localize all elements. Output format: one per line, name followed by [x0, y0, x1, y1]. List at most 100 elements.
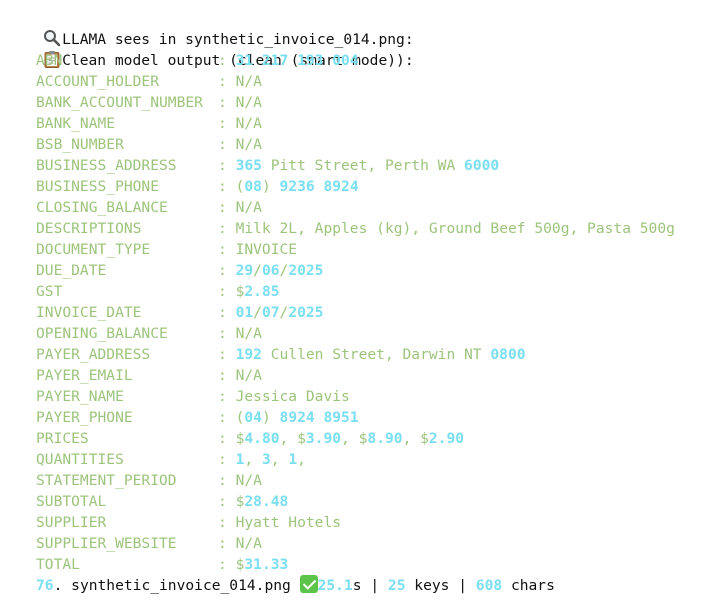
check-mark-icon — [299, 575, 318, 593]
field-value-segment: / — [253, 262, 262, 279]
header-line-1: LLAMA sees in synthetic_invoice_014.png: — [8, 8, 701, 48]
field-separator: : — [218, 514, 236, 531]
field-row: PRICES: $4.80, $3.90, $8.90, $2.90 — [8, 428, 701, 449]
field-value-segment: 3 — [261, 451, 271, 468]
field-value-segment: N/A — [235, 367, 262, 384]
header-line-1-text: LLAMA sees in synthetic_invoice_014.png: — [62, 31, 414, 48]
footer-time-value: 25.1 — [317, 577, 353, 594]
field-value-segment: , — [270, 451, 289, 468]
field-separator: : — [218, 325, 236, 342]
field-key: BUSINESS_ADDRESS — [36, 157, 177, 174]
field-row: BANK_ACCOUNT_NUMBER: N/A — [8, 92, 701, 113]
footer-filename: synthetic_invoice_014.png — [71, 577, 300, 594]
field-key: BANK_ACCOUNT_NUMBER — [36, 94, 203, 111]
field-row: STATEMENT_PERIOD: N/A — [8, 470, 701, 491]
field-value-segment: (kg) — [376, 220, 412, 237]
footer-dot: . — [53, 577, 72, 594]
field-key: PAYER_NAME — [36, 388, 124, 405]
field-key: BUSINESS_PHONE — [36, 178, 160, 195]
field-separator: : — [218, 241, 236, 258]
footer-keys-label: keys | — [405, 577, 476, 594]
field-value-segment: INVOICE — [235, 241, 298, 258]
field-separator: : — [218, 178, 236, 195]
field-row: DESCRIPTIONS: Milk 2L, Apples (kg), Grou… — [8, 218, 701, 239]
field-separator: : — [218, 367, 236, 384]
field-row: GST: $2.85 — [8, 281, 701, 302]
field-row: BSB_NUMBER: N/A — [8, 134, 701, 155]
field-key: CLOSING_BALANCE — [36, 199, 168, 216]
field-value-segment: N/A — [235, 325, 262, 342]
field-value-segment: 2.85 — [244, 283, 280, 300]
field-row: DOCUMENT_TYPE: INVOICE — [8, 239, 701, 260]
field-key: PAYER_PHONE — [36, 409, 133, 426]
field-separator: : — [218, 556, 236, 573]
field-value-segment: ) — [261, 409, 271, 426]
field-value-segment: 192 — [235, 346, 262, 363]
field-value-segment: N/A — [235, 136, 262, 153]
field-row: DUE_DATE: 29/06/2025 — [8, 260, 701, 281]
magnifier-icon — [44, 30, 61, 47]
field-value-segment: 28.48 — [244, 493, 289, 510]
field-row: QUANTITIES: 1, 3, 1, — [8, 449, 701, 470]
summary-footer: 76. synthetic_invoice_014.png 25.1s | 25… — [8, 575, 701, 596]
field-value-segment: 9236 8924 — [270, 178, 359, 195]
field-value-segment: N/A — [235, 535, 262, 552]
field-key: INVOICE_DATE — [36, 304, 142, 321]
field-value-segment: 31.33 — [244, 556, 289, 573]
field-key: GST — [36, 283, 63, 300]
terminal-output: LLAMA sees in synthetic_invoice_014.png:… — [8, 8, 701, 596]
field-key: SUBTOTAL — [36, 493, 107, 510]
field-value-segment: , $ — [402, 430, 429, 447]
field-separator: : — [218, 451, 236, 468]
field-separator: : — [218, 283, 236, 300]
field-row: BANK_NAME: N/A — [8, 113, 701, 134]
field-row: SUBTOTAL: $28.48 — [8, 491, 701, 512]
field-key: PRICES — [36, 430, 89, 447]
field-value-segment: 8924 8951 — [270, 409, 359, 426]
field-row: PAYER_EMAIL: N/A — [8, 365, 701, 386]
field-key: PAYER_ADDRESS — [36, 346, 151, 363]
field-value-segment: 2025 — [288, 304, 324, 321]
field-key: ACCOUNT_HOLDER — [36, 73, 160, 90]
field-key: PAYER_EMAIL — [36, 367, 133, 384]
field-value-segment: 3.90 — [305, 430, 342, 447]
field-value-segment: 29 — [235, 262, 254, 279]
field-value-segment: Cullen Street, Darwin NT — [261, 346, 491, 363]
field-key: DOCUMENT_TYPE — [36, 241, 151, 258]
footer-time-unit: s | — [352, 577, 388, 594]
field-value-segment: N/A — [235, 115, 262, 132]
field-value-segment: Jessica Davis — [235, 388, 350, 405]
field-value-segment: / — [279, 262, 289, 279]
field-value-segment: 1 — [288, 451, 298, 468]
field-key: ABN — [36, 52, 63, 69]
footer-chars-label: chars — [502, 577, 555, 594]
field-value-segment: Hyatt Hotels — [235, 514, 342, 531]
field-key: SUPPLIER_WEBSITE — [36, 535, 177, 552]
field-value-segment: , $ — [341, 430, 368, 447]
field-row: OPENING_BALANCE: N/A — [8, 323, 701, 344]
field-value-segment: 04 — [244, 409, 262, 426]
field-list: ABN: 31 217 193 004 ACCOUNT_HOLDER: N/A BA… — [8, 50, 701, 575]
field-key: SUPPLIER — [36, 514, 107, 531]
field-separator: : — [218, 262, 236, 279]
field-separator: : — [218, 472, 236, 489]
field-value-segment: 01 — [235, 304, 254, 321]
field-value-segment: Milk 2L, Apples — [235, 220, 377, 237]
field-value-segment: / — [279, 304, 289, 321]
field-row: PAYER_NAME: Jessica Davis — [8, 386, 701, 407]
field-row: SUPPLIER: Hyatt Hotels — [8, 512, 701, 533]
field-key: TOTAL — [36, 556, 80, 573]
footer-keys-count: 25 — [387, 577, 406, 594]
field-key: DUE_DATE — [36, 262, 107, 279]
field-value-segment: 365 — [235, 157, 262, 174]
field-value-segment: 08 — [244, 178, 262, 195]
field-separator: : — [218, 388, 236, 405]
field-separator: : — [218, 346, 236, 363]
field-value-segment: N/A — [235, 94, 262, 111]
field-value-segment: N/A — [235, 73, 262, 90]
field-row: SUPPLIER_WEBSITE: N/A — [8, 533, 701, 554]
field-row: ABN: 31 217 193 004 — [8, 50, 701, 71]
field-separator: : — [218, 220, 236, 237]
field-value-segment: N/A — [235, 199, 262, 216]
field-value-segment: 8.90 — [367, 430, 403, 447]
